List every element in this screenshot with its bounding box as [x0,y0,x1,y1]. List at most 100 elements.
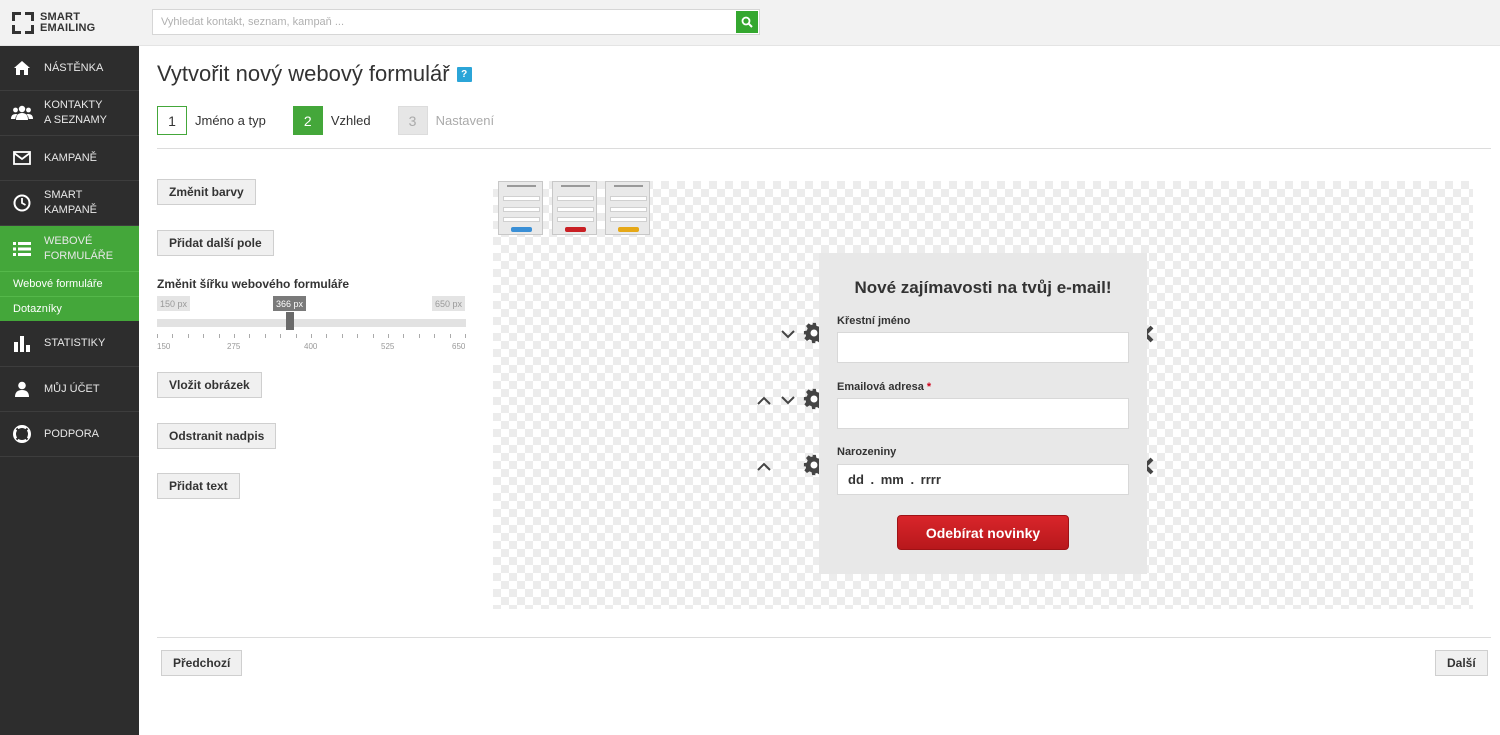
previous-button[interactable]: Předchozí [161,650,243,676]
sidebar-item-dashboard[interactable]: NÁSTĚNKA [0,46,139,91]
sidebar-item-label: KAMPANĚ [44,151,97,164]
email-input[interactable] [837,398,1129,429]
sidebar-item-campaigns[interactable]: KAMPANĚ [0,136,139,181]
home-icon [14,61,30,75]
step-3-label[interactable]: Nastavení [436,113,495,128]
slider-tick [234,334,235,338]
tick-label: 150 [157,342,171,351]
help-icon[interactable]: ? [456,66,472,82]
sidebar-item-label: KONTAKTY A SEZNAMY [44,99,107,126]
envelope-icon [13,151,31,165]
slider-tick [218,334,220,338]
width-slider-track[interactable] [157,319,466,327]
sidebar-item-label: STATISTIKY [44,337,106,349]
add-text-button[interactable]: Přidat text [157,473,240,499]
sidebar-item-contacts[interactable]: KONTAKTY A SEZNAMY [0,91,139,136]
tick-label: 400 [304,342,318,351]
top-bar: SMART EMAILING [0,0,1500,46]
subnav-item-questionnaires[interactable]: Dotazníky [0,296,139,321]
page-title: Vytvořit nový webový formulář ? [157,61,472,87]
width-current-tag: 366 px [273,296,307,311]
field-label-first-name: Křestní jméno [837,315,911,327]
page-title-text: Vytvořit nový webový formulář [157,61,450,86]
next-button[interactable]: Další [1435,650,1488,676]
width-slider-handle[interactable] [286,312,295,330]
move-up-icon[interactable] [755,457,773,475]
users-icon [11,105,33,120]
bar-chart-icon [14,335,30,352]
sidebar-item-label: WEBOVÉ FORMULÁŘE [44,234,114,262]
remove-heading-button[interactable]: Odstranit nadpis [157,423,277,449]
slider-tick [403,334,405,338]
add-field-button[interactable]: Přidat další pole [157,230,274,256]
step-2-number[interactable]: 2 [292,106,323,135]
slider-tick [326,334,328,338]
slider-tick [465,334,466,338]
step-1-label[interactable]: Jméno a typ [195,113,266,128]
slider-tick [280,334,282,338]
slider-tick [357,334,359,338]
slider-tick [372,334,374,338]
slider-tick [264,334,266,338]
birthday-date-input[interactable]: dd . mm . rrrr [837,464,1129,495]
subscribe-button[interactable]: Odebírat novinky [897,515,1069,550]
clock-icon [13,194,31,212]
slider-tick [203,334,205,338]
slider-tick [388,334,389,338]
user-icon [15,381,29,397]
search-button[interactable] [736,11,758,33]
slider-tick [418,334,420,338]
move-down-icon[interactable] [779,391,797,409]
slider-tick [172,334,174,338]
slider-tick [187,334,189,338]
sidebar-item-web-forms[interactable]: WEBOVÉ FORMULÁŘE [0,226,139,271]
sidebar-item-label: PODPORA [44,427,100,440]
width-slider-ticks [157,334,466,340]
move-down-icon[interactable] [779,325,797,343]
width-min-tag: 150 px [157,296,191,311]
template-thumbnail-red[interactable] [552,181,597,235]
web-form-preview: Nové zajímavosti na tvůj e-mail! Křestní… [819,253,1147,574]
width-max-tag: 650 px [432,296,466,311]
form-heading[interactable]: Nové zajímavosti na tvůj e-mail! [819,278,1147,298]
move-up-icon[interactable] [755,391,773,409]
wizard-steps: 1 Jméno a typ 2 Vzhled 3 Nastavení [157,106,521,135]
slider-tick [341,334,343,338]
sidebar-item-support[interactable]: PODPORA [0,412,139,457]
search-box [152,9,760,35]
tick-label: 650 [452,342,466,351]
slider-tick [157,334,158,338]
divider [157,148,1491,149]
sidebar-item-my-account[interactable]: MŮJ ÚČET [0,367,139,412]
sidebar-item-label: SMART KAMPANĚ [44,189,97,216]
sidebar-item-statistics[interactable]: STATISTIKY [0,321,139,367]
sidebar: NÁSTĚNKA KONTAKTY A SEZNAMY KAMPANĚ SMART… [0,46,139,735]
divider [157,637,1491,638]
template-thumbnail-yellow[interactable] [605,181,650,235]
sidebar-subnav: Webové formuláře Dotazníky [0,271,139,321]
tick-label: 275 [227,342,241,351]
field-label-birthday: Narozeniny [837,446,897,458]
width-slider-label: Změnit šířku webového formuláře [157,277,350,291]
insert-image-button[interactable]: Vložit obrázek [157,372,262,398]
sidebar-item-smart-campaigns[interactable]: SMART KAMPANĚ [0,181,139,226]
sidebar-item-label: MŮJ ÚČET [44,382,100,395]
slider-tick [434,334,436,338]
slider-tick [249,334,251,338]
first-name-input[interactable] [837,332,1129,363]
slider-tick [295,334,297,338]
logo[interactable]: SMART EMAILING [12,10,95,36]
logo-mark-icon [12,12,34,34]
search-icon [741,16,753,28]
search-input[interactable] [153,10,733,34]
list-icon [13,241,31,256]
step-1-number[interactable]: 1 [157,106,187,135]
subnav-item-web-forms[interactable]: Webové formuláře [0,271,139,296]
step-2-label[interactable]: Vzhled [331,113,371,128]
field-label-email: Emailová adresa * [837,381,932,393]
logo-text: SMART EMAILING [40,12,95,34]
template-thumbnail-blue[interactable] [498,181,543,235]
change-colors-button[interactable]: Změnit barvy [157,179,256,205]
step-3-number[interactable]: 3 [397,106,428,135]
tick-label: 525 [381,342,395,351]
